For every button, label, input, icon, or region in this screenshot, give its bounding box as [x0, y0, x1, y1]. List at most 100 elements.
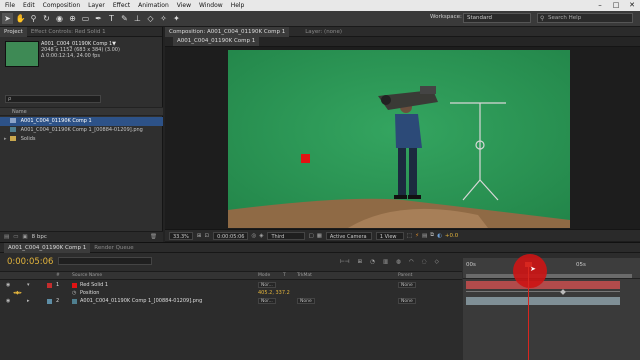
timeline-timecode[interactable]: 0:00:05:06	[7, 257, 53, 267]
new-comp-icon[interactable]: ▣	[22, 234, 27, 240]
label-color-swatch[interactable]	[47, 299, 52, 304]
project-row-folder[interactable]: ▸ Solids	[0, 135, 163, 144]
eraser-tool-icon[interactable]: ◇	[145, 13, 156, 24]
search-help-field[interactable]: ⚲ Search Help	[537, 13, 633, 23]
comp-tabbar: Composition: A001_C004_01190K Comp 1 Lay…	[165, 26, 640, 37]
mask-tool-icon[interactable]: ▭	[80, 13, 91, 24]
view-layout-select[interactable]: 1 View	[375, 231, 404, 240]
shy-icon[interactable]: ◔	[370, 259, 375, 265]
pen-tool-icon[interactable]: ✒	[93, 13, 104, 24]
tab-composition[interactable]: Composition: A001_C004_01190K Comp 1	[165, 26, 290, 37]
resolution-select[interactable]: Third	[267, 231, 306, 240]
mode-select[interactable]: Nor...	[258, 298, 276, 304]
col-trkmat[interactable]: TrkMat	[297, 273, 312, 278]
timeline-icon[interactable]: ▤	[422, 233, 427, 239]
current-time-indicator[interactable]	[528, 262, 529, 360]
graph-editor-icon[interactable]: ◠	[409, 259, 414, 265]
visibility-eye-icon[interactable]: ◉	[6, 297, 10, 306]
tab-render-queue[interactable]: Render Queue	[90, 243, 137, 253]
col-parent[interactable]: Parent	[398, 273, 412, 278]
menu-help[interactable]: Help	[231, 2, 245, 9]
timeline-tabbar: A001_C004_01190K Comp 1 Render Queue	[0, 242, 640, 253]
camera-tool-icon[interactable]: ◉	[54, 13, 65, 24]
project-footer: ▤ ▭ ▣ 8 bpc 🗑	[0, 231, 163, 242]
project-search-input[interactable]: ρ	[5, 95, 101, 103]
draft-3d-icon[interactable]: ⊞	[358, 259, 363, 265]
rotate-tool-icon[interactable]: ↻	[41, 13, 52, 24]
comp-viewer-footage[interactable]	[228, 50, 570, 228]
roi-icon[interactable]: ▢	[308, 233, 313, 239]
menu-layer[interactable]: Layer	[88, 2, 105, 9]
interpret-footage-icon[interactable]: ▤	[4, 234, 9, 240]
layer-duration-bar[interactable]	[466, 281, 620, 289]
flowchart-icon[interactable]: ⧉	[430, 232, 434, 239]
zoom-select[interactable]: 33.3%	[169, 231, 193, 240]
menu-file[interactable]: File	[5, 2, 15, 9]
tab-effect-controls[interactable]: Effect Controls: Red Solid 1	[27, 27, 110, 37]
comp-subtabbar: A001_C004_01190K Comp 1	[165, 37, 640, 47]
viewer-timecode[interactable]: 0:00:05:06	[213, 231, 249, 240]
close-button[interactable]: ✕	[624, 0, 640, 11]
menu-effect[interactable]: Effect	[113, 2, 130, 9]
selection-tool-icon[interactable]: ➤	[2, 13, 13, 24]
frame-blend-icon[interactable]: ▥	[383, 259, 388, 265]
grid-icon[interactable]: ⊡	[205, 233, 210, 239]
minimize-button[interactable]: –	[592, 0, 608, 11]
fast-preview-icon[interactable]: ⚡	[415, 233, 419, 239]
camera-select[interactable]: Active Camera	[325, 231, 372, 240]
brush-tool-icon[interactable]: ✎	[119, 13, 130, 24]
pan-behind-tool-icon[interactable]: ⊕	[67, 13, 78, 24]
layer-name[interactable]: A001_C004_01190K Comp 1_[00884-01209].pn…	[80, 297, 202, 306]
workspace-select[interactable]: Standard	[463, 13, 531, 23]
parent-select[interactable]: None	[398, 298, 416, 304]
menu-view[interactable]: View	[177, 2, 191, 9]
maximize-button[interactable]: □	[608, 0, 624, 11]
twirl-arrow-icon[interactable]: ▸	[4, 136, 7, 142]
tab-timeline-comp[interactable]: A001_C004_01190K Comp 1	[4, 242, 91, 253]
layer-row[interactable]: ◉ ▸ 2 A001_C004_01190K Comp 1_[00884-012…	[0, 297, 462, 306]
col-source-name[interactable]: Source Name	[72, 273, 102, 278]
hand-tool-icon[interactable]: ✋	[15, 13, 26, 24]
zoom-tool-icon[interactable]: ⚲	[28, 13, 39, 24]
transparency-grid-icon[interactable]: ▦	[317, 233, 322, 239]
bpc-indicator[interactable]: 8 bpc	[32, 234, 47, 240]
channel-icon[interactable]: ◈	[259, 233, 263, 239]
roto-tool-icon[interactable]: ✧	[158, 13, 169, 24]
fit-icon[interactable]: ⊞	[197, 233, 202, 239]
comp-subtab[interactable]: A001_C004_01190K Comp 1	[173, 37, 260, 46]
menu-composition[interactable]: Composition	[43, 2, 80, 9]
trash-icon[interactable]: 🗑	[150, 234, 157, 240]
timeline-search-input[interactable]	[58, 257, 152, 265]
menu-edit[interactable]: Edit	[23, 2, 35, 9]
puppet-tool-icon[interactable]: ✦	[171, 13, 182, 24]
toggle-pixel-icon[interactable]: ⬚	[407, 233, 412, 239]
exposure-value[interactable]: +0.0	[445, 233, 458, 239]
motion-blur-icon[interactable]: ◍	[396, 259, 401, 265]
tab-layer[interactable]: Layer: (none)	[301, 27, 346, 37]
project-row-footage[interactable]: A001_C004_01190K Comp 1_[00884-01209].pn…	[0, 126, 163, 135]
composition-mini-flowchart-icon[interactable]: ⊢⊣	[340, 259, 350, 265]
project-row-label: A001_C004_01190K Comp 1	[20, 118, 92, 124]
col-mode[interactable]: Mode	[258, 273, 270, 278]
project-row-comp[interactable]: A001_C004_01190K Comp 1	[0, 117, 163, 126]
clone-tool-icon[interactable]: ⊥	[132, 13, 143, 24]
keyframe-icon[interactable]: ◇	[435, 259, 439, 265]
tab-project[interactable]: Project	[0, 26, 27, 37]
mode-select[interactable]: Nor...	[258, 282, 276, 288]
type-tool-icon[interactable]: T	[106, 13, 117, 24]
ruler-label: 00s	[466, 262, 476, 268]
label-color-swatch[interactable]	[47, 283, 52, 288]
trkmat-select[interactable]: None	[297, 298, 315, 304]
project-item-duration: Δ 0:00:12:14, 24.00 fps	[41, 53, 100, 59]
parent-select[interactable]: None	[398, 282, 416, 288]
brainstorm-icon[interactable]: ◌	[422, 259, 427, 265]
new-folder-icon[interactable]: ▭	[13, 234, 18, 240]
exposure-icon[interactable]: ◐	[437, 233, 442, 239]
twirl-right-icon[interactable]: ▸	[27, 297, 30, 306]
menu-window[interactable]: Window	[199, 2, 223, 9]
project-column-name[interactable]: Name	[12, 109, 27, 115]
menu-animation[interactable]: Animation	[138, 2, 169, 9]
work-area-bar[interactable]	[466, 274, 632, 278]
layer-duration-bar[interactable]	[466, 297, 620, 305]
snapshot-icon[interactable]: ◎	[251, 233, 256, 239]
